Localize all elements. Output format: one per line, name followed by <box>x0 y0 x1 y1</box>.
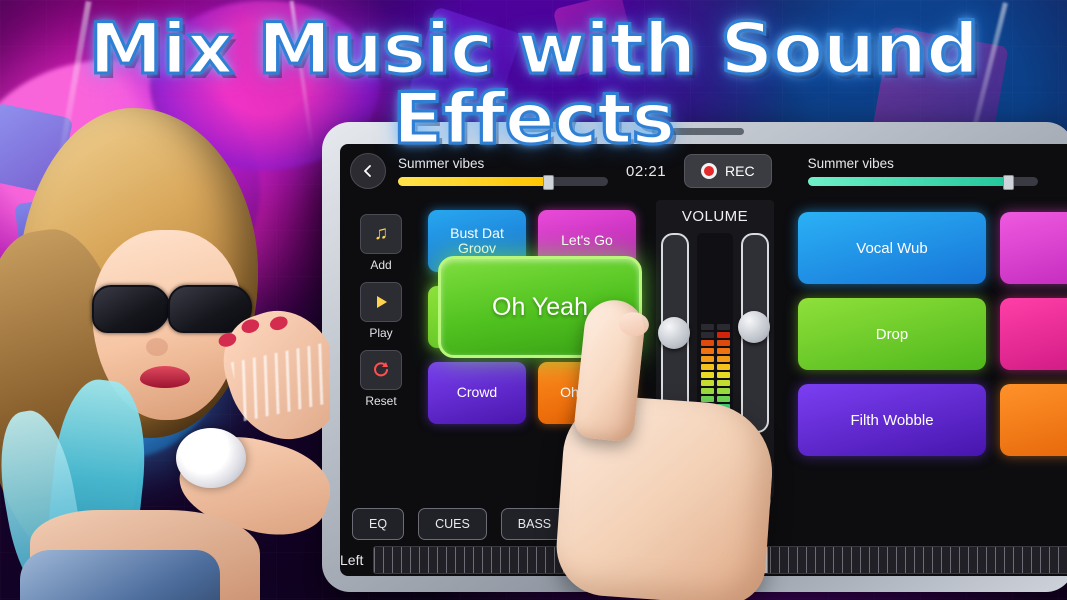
pad-wo[interactable]: Wo <box>1000 384 1067 456</box>
pad-dirty[interactable]: Dirty <box>1000 212 1067 284</box>
chip-eq[interactable]: EQ <box>352 508 405 540</box>
music-note-add-icon: ♫ <box>360 214 402 254</box>
left-track-progress[interactable] <box>398 175 608 190</box>
left-progress-knob[interactable] <box>542 175 554 190</box>
record-label: REC <box>725 163 755 179</box>
reset-icon <box>360 350 402 390</box>
pad-vocal-wub[interactable]: Vocal Wub <box>798 212 986 284</box>
right-deck-track: Summer vibes <box>807 156 1038 190</box>
right-track-progress[interactable] <box>807 175 1038 190</box>
promo-headline: Mix Music with Sound Effects <box>0 8 1067 160</box>
model-headphone <box>176 428 246 488</box>
right-progress-knob[interactable] <box>1003 175 1015 190</box>
right-pad-grid: Vocal Wub Dirty Drop Dub Filth Wobble Wo <box>784 198 1067 498</box>
pointing-hand-overlay <box>553 297 820 600</box>
pad-crowd[interactable]: Crowd <box>428 362 526 424</box>
pad-drop[interactable]: Drop <box>798 298 986 370</box>
record-button[interactable]: REC <box>684 154 772 188</box>
left-progress-fill <box>398 177 550 186</box>
right-progress-fill <box>807 177 1010 186</box>
crossfader-left-label: Left <box>340 552 364 568</box>
play-icon <box>360 282 402 322</box>
chip-cues[interactable]: CUES <box>418 508 487 540</box>
model-nose <box>146 338 168 356</box>
model-top <box>20 550 220 600</box>
model-nail-3 <box>268 314 290 333</box>
tool-play[interactable]: Play <box>360 282 402 340</box>
volume-title: VOLUME <box>681 208 749 225</box>
tool-reset-label: Reset <box>365 394 397 408</box>
model-sunglasses <box>92 285 252 333</box>
back-button[interactable] <box>350 153 386 189</box>
model-lips <box>140 366 190 388</box>
pad-filth-wobble[interactable]: Filth Wobble <box>798 384 986 456</box>
tool-add-label: Add <box>370 258 392 272</box>
tool-play-label: Play <box>369 326 393 340</box>
tool-column: ♫ Add Play Reset <box>346 198 416 498</box>
sunglass-lens-left <box>92 285 170 333</box>
pad-dub[interactable]: Dub <box>1000 298 1067 370</box>
playback-time: 02:21 <box>626 162 667 180</box>
tool-add[interactable]: ♫ Add <box>360 214 402 272</box>
model-photo <box>0 80 330 600</box>
record-dot-icon <box>701 163 718 179</box>
tool-reset[interactable]: Reset <box>360 350 402 408</box>
model-nail-2 <box>239 317 261 336</box>
hand-fingernail <box>617 310 651 338</box>
left-deck-track: Summer vibes <box>398 156 608 190</box>
promo-screenshot: Mix Music with Sound Effects Summer vibe… <box>0 0 1067 600</box>
promo-headline-text: Mix Music with Sound Effects <box>87 8 980 160</box>
right-track-title: Summer vibes <box>807 156 894 171</box>
chevron-left-icon <box>364 165 371 177</box>
